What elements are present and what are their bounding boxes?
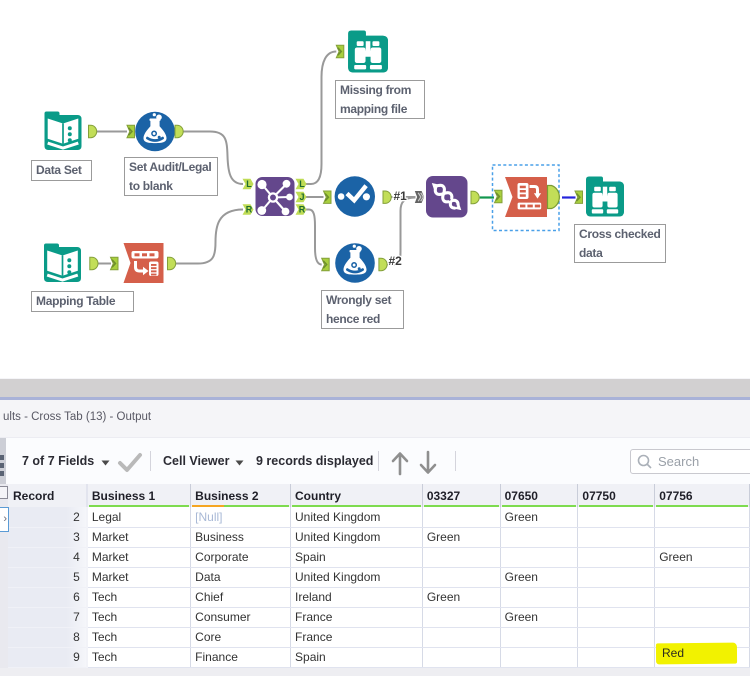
svg-text:J: J [299,192,304,202]
svg-text:#2: #2 [389,254,403,268]
svg-text:#1: #1 [394,189,408,203]
svg-text:L: L [246,179,252,189]
svg-text:L: L [299,179,305,189]
svg-text:R: R [299,205,306,215]
svg-text:R: R [246,205,253,215]
